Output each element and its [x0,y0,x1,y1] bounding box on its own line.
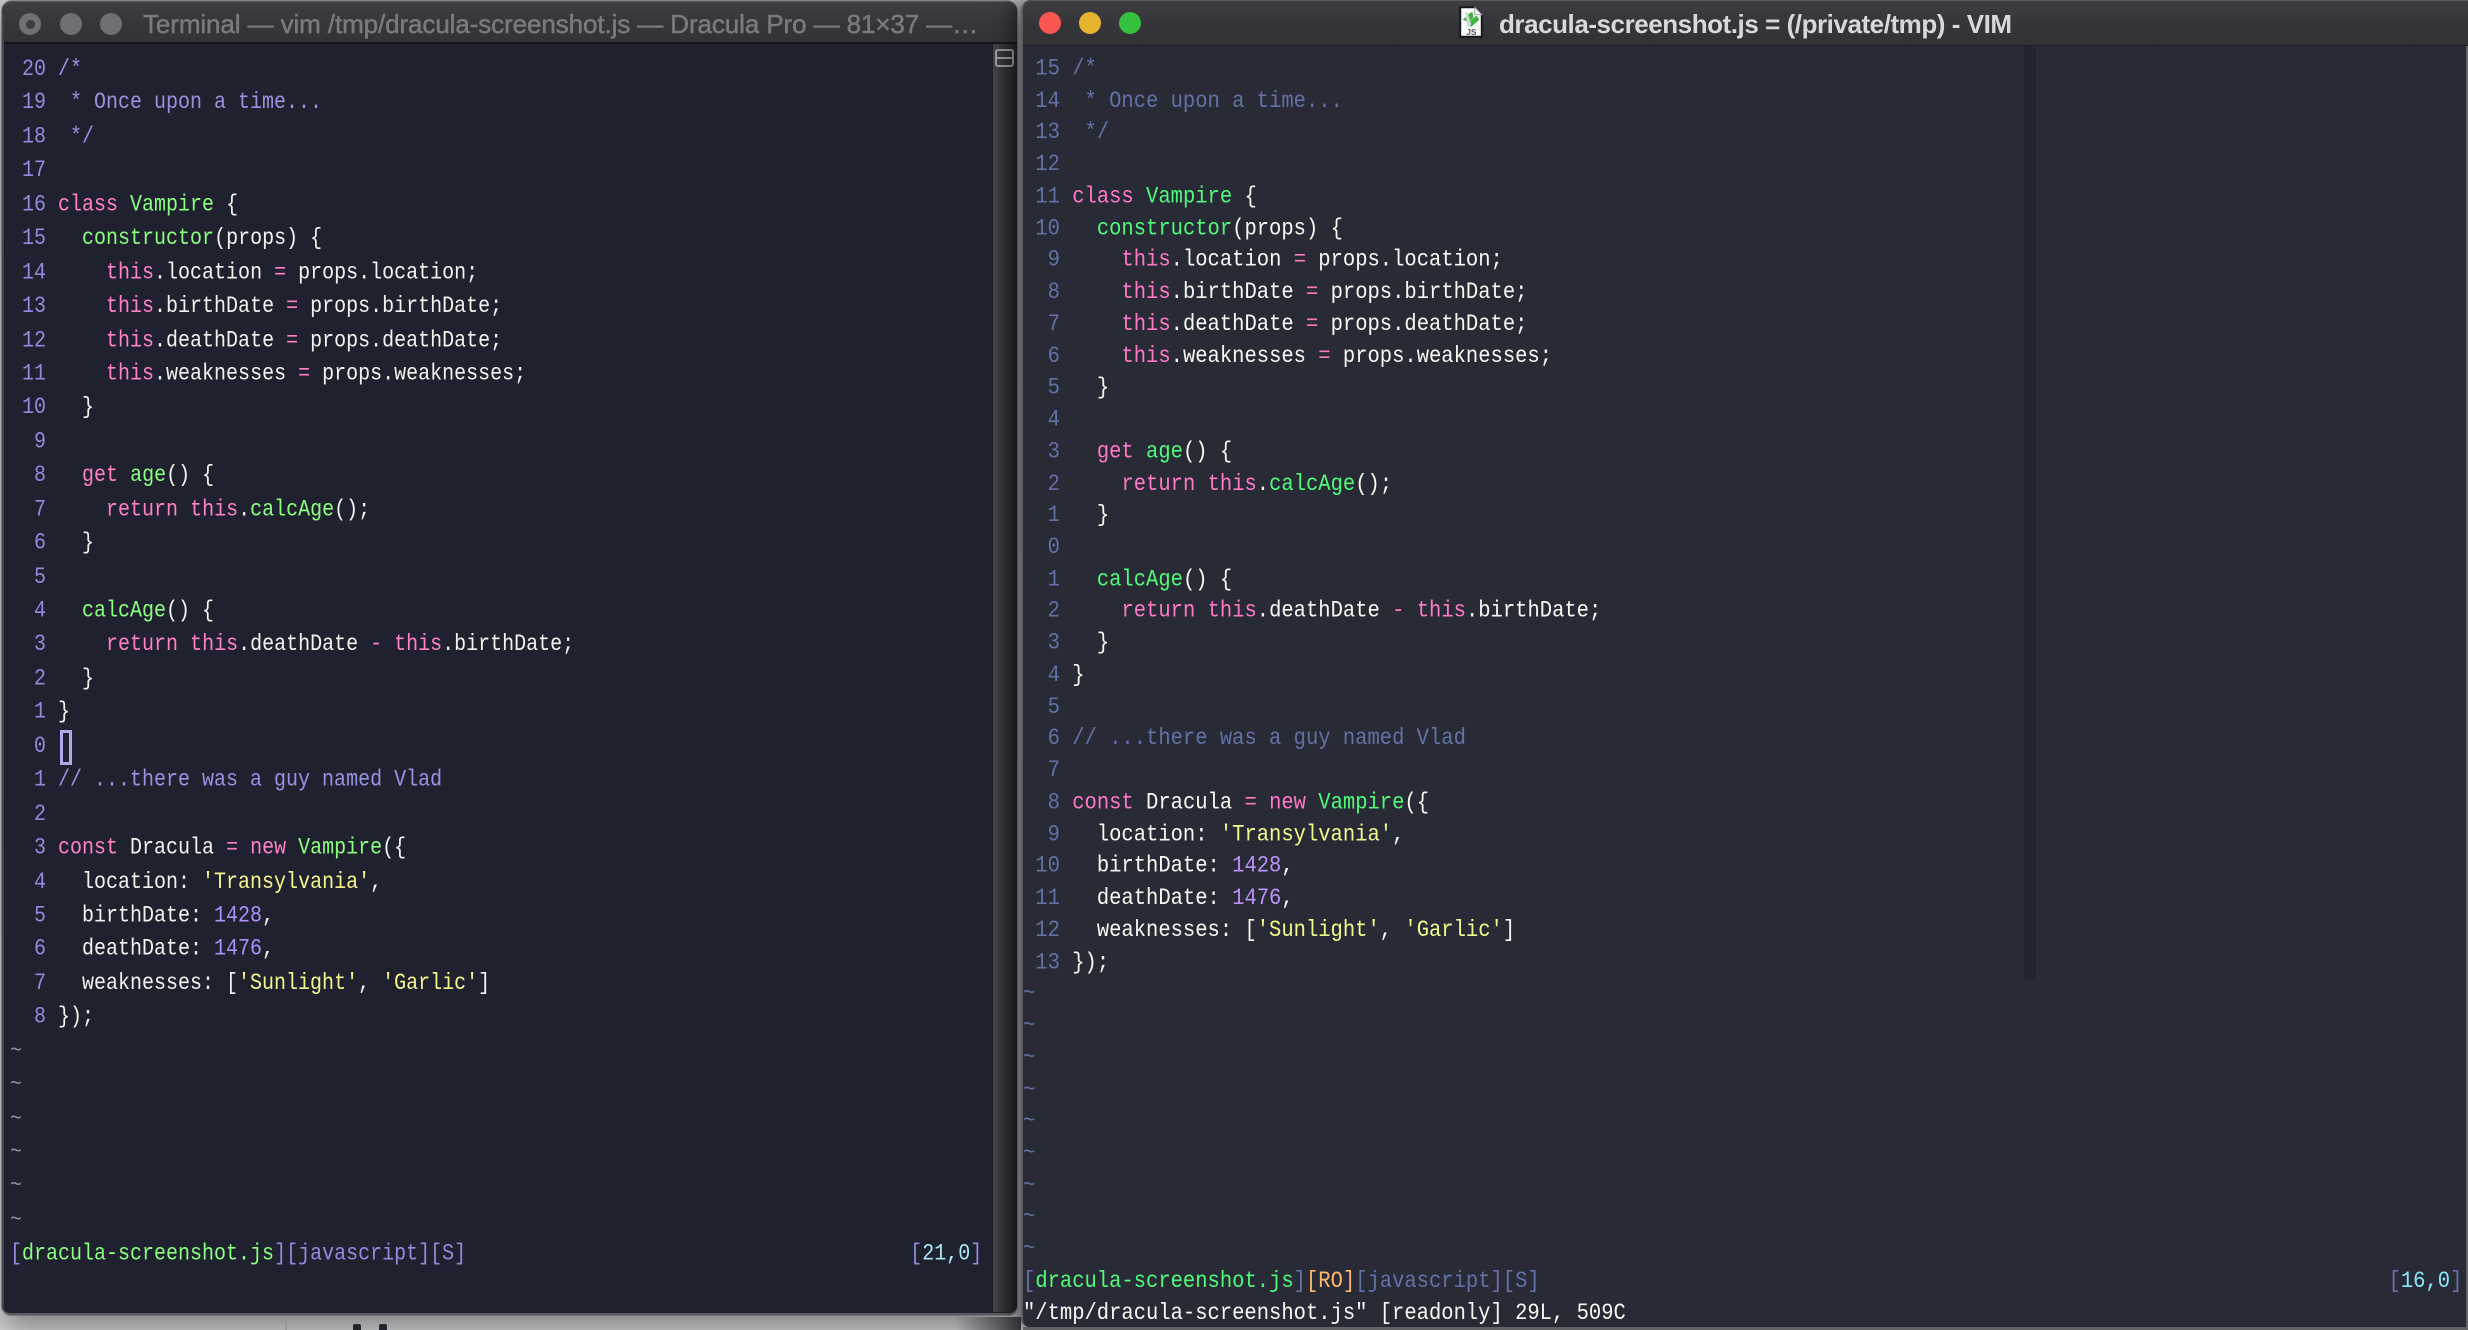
svg-text:JS: JS [1466,27,1477,37]
